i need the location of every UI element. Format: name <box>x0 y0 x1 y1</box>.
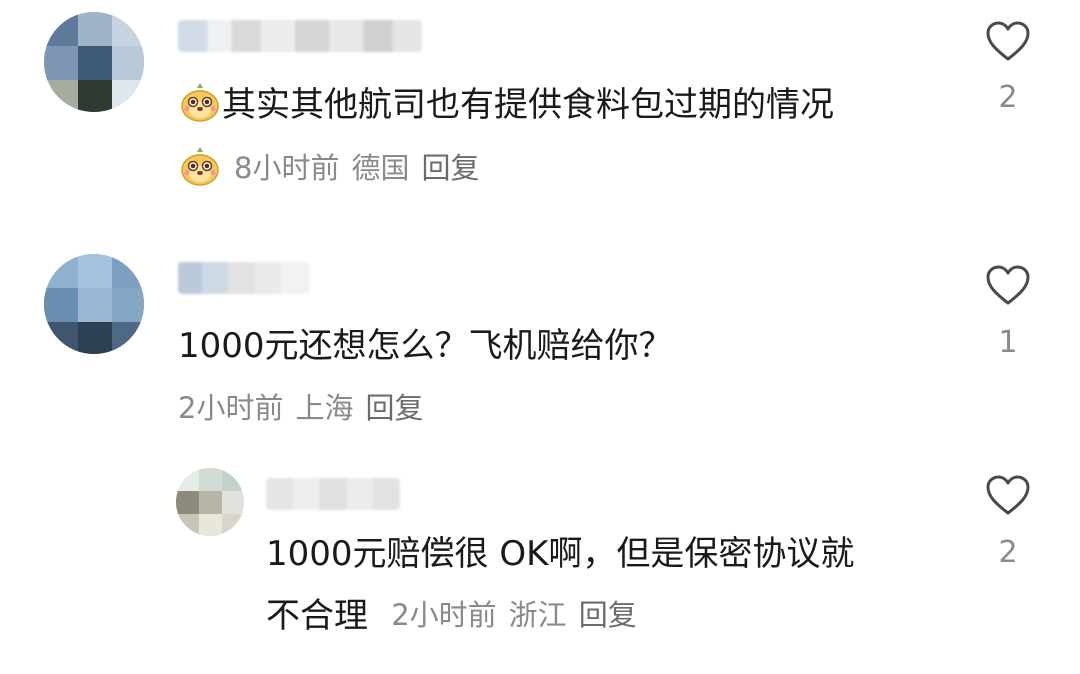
like-count: 2 <box>998 535 1018 570</box>
heart-outline-icon[interactable] <box>985 474 1031 516</box>
reply-button[interactable]: 回复 <box>421 151 479 185</box>
comment-meta: 8小时前 德国 回复 <box>178 144 479 196</box>
comment-text-line1: 1000元赔偿很 OK啊，但是保密协议就 <box>266 534 855 574</box>
username-blurred[interactable] <box>178 262 310 294</box>
comment-time: 2小时前 <box>391 598 497 632</box>
comment-text-content: 其实其他航司也有提供食料包过期的情况 <box>222 85 834 125</box>
meerkat-sticker-icon <box>178 144 222 196</box>
comment-meta: 2小时前 上海 回复 <box>178 390 423 426</box>
comment-location: 浙江 <box>508 598 567 632</box>
avatar[interactable] <box>44 254 144 354</box>
comment-time: 2小时前 <box>178 391 284 425</box>
reply-button[interactable]: 回复 <box>579 598 637 632</box>
comment-time: 8小时前 <box>234 151 340 185</box>
avatar[interactable] <box>44 12 144 112</box>
heart-outline-icon[interactable] <box>985 20 1031 62</box>
meerkat-sticker-icon <box>178 80 222 133</box>
reply-button[interactable]: 回复 <box>365 391 423 425</box>
comment-meta: 2小时前 浙江 回复 <box>382 598 637 632</box>
comment-location: 德国 <box>351 151 410 185</box>
avatar[interactable] <box>176 468 244 536</box>
comment-text: 其实其他航司也有提供食料包过期的情况 <box>178 80 834 133</box>
comment-location: 上海 <box>295 391 354 425</box>
comment-text-line2: 不合理 2小时前 浙江 回复 <box>266 596 637 636</box>
username-blurred[interactable] <box>178 20 422 52</box>
comment-text: 1000元还想怎么？飞机赔给你？ <box>178 326 673 366</box>
like-count: 1 <box>998 325 1018 360</box>
username-blurred[interactable] <box>266 478 400 510</box>
like-count: 2 <box>998 80 1018 115</box>
heart-outline-icon[interactable] <box>985 264 1031 306</box>
comment-text-line2-content: 不合理 <box>266 596 368 636</box>
